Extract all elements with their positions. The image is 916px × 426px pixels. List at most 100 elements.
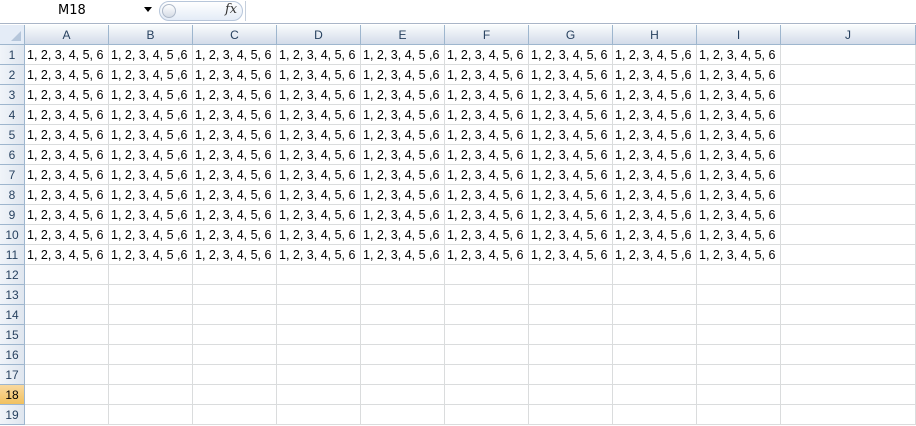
cell-b13[interactable] bbox=[109, 285, 193, 305]
cell-g6[interactable]: 1, 2, 3, 4, 5, 6 bbox=[529, 145, 613, 165]
cell-e1[interactable]: 1, 2, 3, 4, 5 ,6 bbox=[361, 45, 445, 65]
cell-e6[interactable]: 1, 2, 3, 4, 5 ,6 bbox=[361, 145, 445, 165]
cell-e15[interactable] bbox=[361, 325, 445, 345]
cell-j13[interactable] bbox=[781, 285, 916, 305]
cell-e16[interactable] bbox=[361, 345, 445, 365]
cell-b19[interactable] bbox=[109, 405, 193, 425]
cell-g16[interactable] bbox=[529, 345, 613, 365]
cell-i5[interactable]: 1, 2, 3, 4, 5, 6 bbox=[697, 125, 781, 145]
cell-g11[interactable]: 1, 2, 3, 4, 5, 6 bbox=[529, 245, 613, 265]
column-header-d[interactable]: D bbox=[277, 25, 361, 45]
cell-c13[interactable] bbox=[193, 285, 277, 305]
column-header-g[interactable]: G bbox=[529, 25, 613, 45]
cell-c18[interactable] bbox=[193, 385, 277, 405]
cell-e8[interactable]: 1, 2, 3, 4, 5 ,6 bbox=[361, 185, 445, 205]
cell-j18[interactable] bbox=[781, 385, 916, 405]
cell-i11[interactable]: 1, 2, 3, 4, 5, 6 bbox=[697, 245, 781, 265]
cell-a13[interactable] bbox=[25, 285, 109, 305]
cell-a19[interactable] bbox=[25, 405, 109, 425]
cell-g12[interactable] bbox=[529, 265, 613, 285]
cell-b16[interactable] bbox=[109, 345, 193, 365]
row-header-11[interactable]: 11 bbox=[0, 245, 25, 265]
cell-i15[interactable] bbox=[697, 325, 781, 345]
cell-f5[interactable]: 1, 2, 3, 4, 5, 6 bbox=[445, 125, 529, 145]
cell-f9[interactable]: 1, 2, 3, 4, 5, 6 bbox=[445, 205, 529, 225]
cell-a4[interactable]: 1, 2, 3, 4, 5, 6 bbox=[25, 105, 109, 125]
cell-j11[interactable] bbox=[781, 245, 916, 265]
cell-f18[interactable] bbox=[445, 385, 529, 405]
cell-d15[interactable] bbox=[277, 325, 361, 345]
cell-e18[interactable] bbox=[361, 385, 445, 405]
cell-d16[interactable] bbox=[277, 345, 361, 365]
cell-b5[interactable]: 1, 2, 3, 4, 5 ,6 bbox=[109, 125, 193, 145]
column-header-h[interactable]: H bbox=[613, 25, 697, 45]
cell-h1[interactable]: 1, 2, 3, 4, 5 ,6 bbox=[613, 45, 697, 65]
cell-i13[interactable] bbox=[697, 285, 781, 305]
cell-b7[interactable]: 1, 2, 3, 4, 5 ,6 bbox=[109, 165, 193, 185]
cell-b17[interactable] bbox=[109, 365, 193, 385]
name-box[interactable]: M18 bbox=[0, 1, 156, 21]
cell-b9[interactable]: 1, 2, 3, 4, 5 ,6 bbox=[109, 205, 193, 225]
cell-c4[interactable]: 1, 2, 3, 4, 5, 6 bbox=[193, 105, 277, 125]
cell-j9[interactable] bbox=[781, 205, 916, 225]
cell-f19[interactable] bbox=[445, 405, 529, 425]
cell-a10[interactable]: 1, 2, 3, 4, 5, 6 bbox=[25, 225, 109, 245]
cell-b2[interactable]: 1, 2, 3, 4, 5 ,6 bbox=[109, 65, 193, 85]
cell-i2[interactable]: 1, 2, 3, 4, 5, 6 bbox=[697, 65, 781, 85]
row-header-2[interactable]: 2 bbox=[0, 65, 25, 85]
cell-h18[interactable] bbox=[613, 385, 697, 405]
cell-j2[interactable] bbox=[781, 65, 916, 85]
cell-j14[interactable] bbox=[781, 305, 916, 325]
cell-e7[interactable]: 1, 2, 3, 4, 5 ,6 bbox=[361, 165, 445, 185]
cell-f1[interactable]: 1, 2, 3, 4, 5, 6 bbox=[445, 45, 529, 65]
row-header-19[interactable]: 19 bbox=[0, 405, 25, 425]
cell-c19[interactable] bbox=[193, 405, 277, 425]
insert-function-icon[interactable]: fx bbox=[225, 2, 237, 17]
cell-j15[interactable] bbox=[781, 325, 916, 345]
cell-i17[interactable] bbox=[697, 365, 781, 385]
row-header-4[interactable]: 4 bbox=[0, 105, 25, 125]
cell-f11[interactable]: 1, 2, 3, 4, 5, 6 bbox=[445, 245, 529, 265]
cell-e9[interactable]: 1, 2, 3, 4, 5 ,6 bbox=[361, 205, 445, 225]
cell-f3[interactable]: 1, 2, 3, 4, 5, 6 bbox=[445, 85, 529, 105]
cell-c2[interactable]: 1, 2, 3, 4, 5, 6 bbox=[193, 65, 277, 85]
cell-d4[interactable]: 1, 2, 3, 4, 5, 6 bbox=[277, 105, 361, 125]
cell-h5[interactable]: 1, 2, 3, 4, 5 ,6 bbox=[613, 125, 697, 145]
cell-j4[interactable] bbox=[781, 105, 916, 125]
cell-d1[interactable]: 1, 2, 3, 4, 5, 6 bbox=[277, 45, 361, 65]
row-header-7[interactable]: 7 bbox=[0, 165, 25, 185]
row-header-16[interactable]: 16 bbox=[0, 345, 25, 365]
cell-g18[interactable] bbox=[529, 385, 613, 405]
cell-f17[interactable] bbox=[445, 365, 529, 385]
row-header-8[interactable]: 8 bbox=[0, 185, 25, 205]
cell-d17[interactable] bbox=[277, 365, 361, 385]
cell-j7[interactable] bbox=[781, 165, 916, 185]
cell-a16[interactable] bbox=[25, 345, 109, 365]
cell-c16[interactable] bbox=[193, 345, 277, 365]
row-header-13[interactable]: 13 bbox=[0, 285, 25, 305]
cell-c15[interactable] bbox=[193, 325, 277, 345]
cell-j6[interactable] bbox=[781, 145, 916, 165]
cell-d6[interactable]: 1, 2, 3, 4, 5, 6 bbox=[277, 145, 361, 165]
cell-e10[interactable]: 1, 2, 3, 4, 5 ,6 bbox=[361, 225, 445, 245]
cell-h6[interactable]: 1, 2, 3, 4, 5 ,6 bbox=[613, 145, 697, 165]
cell-h15[interactable] bbox=[613, 325, 697, 345]
cell-f8[interactable]: 1, 2, 3, 4, 5, 6 bbox=[445, 185, 529, 205]
cell-b11[interactable]: 1, 2, 3, 4, 5 ,6 bbox=[109, 245, 193, 265]
cell-h12[interactable] bbox=[613, 265, 697, 285]
cell-c8[interactable]: 1, 2, 3, 4, 5, 6 bbox=[193, 185, 277, 205]
column-header-i[interactable]: I bbox=[697, 25, 781, 45]
cell-e3[interactable]: 1, 2, 3, 4, 5 ,6 bbox=[361, 85, 445, 105]
row-header-5[interactable]: 5 bbox=[0, 125, 25, 145]
row-header-15[interactable]: 15 bbox=[0, 325, 25, 345]
cell-h17[interactable] bbox=[613, 365, 697, 385]
cell-h8[interactable]: 1, 2, 3, 4, 5 ,6 bbox=[613, 185, 697, 205]
cell-c1[interactable]: 1, 2, 3, 4, 5, 6 bbox=[193, 45, 277, 65]
row-header-12[interactable]: 12 bbox=[0, 265, 25, 285]
cell-g2[interactable]: 1, 2, 3, 4, 5, 6 bbox=[529, 65, 613, 85]
cell-h11[interactable]: 1, 2, 3, 4, 5 ,6 bbox=[613, 245, 697, 265]
chevron-down-icon[interactable] bbox=[144, 7, 152, 12]
cell-f4[interactable]: 1, 2, 3, 4, 5, 6 bbox=[445, 105, 529, 125]
cell-a14[interactable] bbox=[25, 305, 109, 325]
cell-b14[interactable] bbox=[109, 305, 193, 325]
